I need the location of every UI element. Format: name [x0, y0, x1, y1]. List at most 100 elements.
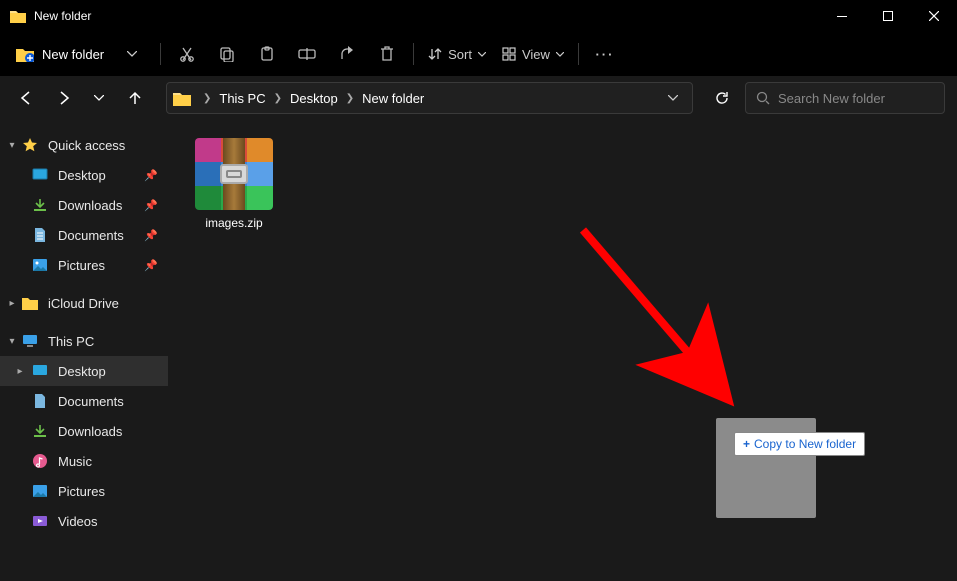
crumb-new-folder[interactable]: New folder [358, 91, 428, 106]
folder-icon [173, 90, 191, 106]
sidebar-item-label: Desktop [58, 168, 106, 183]
copy-button[interactable] [207, 37, 247, 71]
new-folder-icon [16, 46, 34, 62]
downloads-icon [32, 423, 48, 439]
drag-tooltip-text: Copy to New folder [754, 437, 856, 451]
sidebar-item-label: Desktop [58, 364, 106, 379]
view-icon [502, 47, 516, 61]
view-button[interactable]: View [494, 37, 572, 71]
file-name: images.zip [205, 216, 262, 230]
sidebar-item-icloud-drive[interactable]: ▸ iCloud Drive [0, 288, 168, 318]
share-button[interactable] [327, 37, 367, 71]
sidebar-item-this-pc[interactable]: ▾ This PC [0, 326, 168, 356]
pc-icon [22, 333, 38, 349]
sidebar-item-label: Pictures [58, 484, 105, 499]
archive-icon [195, 138, 273, 210]
desktop-icon [32, 363, 48, 379]
sidebar-item-label: iCloud Drive [48, 296, 119, 311]
pictures-icon [32, 483, 48, 499]
sidebar-item-pc-videos[interactable]: Videos [0, 506, 168, 536]
chevron-down-icon: ▾ [6, 139, 18, 151]
music-icon [32, 453, 48, 469]
chevron-down-icon: ▾ [6, 335, 18, 347]
sidebar-item-downloads[interactable]: Downloads 📌 [0, 190, 168, 220]
window-controls [819, 0, 957, 32]
sidebar-item-label: Videos [58, 514, 98, 529]
paste-button[interactable] [247, 37, 287, 71]
separator [413, 43, 414, 65]
close-button[interactable] [911, 0, 957, 32]
sort-icon [428, 47, 442, 61]
sort-button[interactable]: Sort [420, 37, 494, 71]
sidebar-item-desktop[interactable]: Desktop 📌 [0, 160, 168, 190]
chevron-down-icon [556, 52, 564, 57]
separator [578, 43, 579, 65]
file-item-images-zip[interactable]: images.zip [186, 134, 282, 234]
chevron-down-icon[interactable] [668, 95, 678, 101]
sidebar-item-pc-downloads[interactable]: Downloads [0, 416, 168, 446]
crumb-separator: ❯ [270, 93, 286, 104]
downloads-icon [32, 197, 48, 213]
sidebar-item-documents[interactable]: Documents 📌 [0, 220, 168, 250]
star-icon [22, 137, 38, 153]
maximize-button[interactable] [865, 0, 911, 32]
sidebar-item-quick-access[interactable]: ▾ Quick access [0, 130, 168, 160]
sidebar-item-label: Pictures [58, 258, 105, 273]
history-dropdown-button[interactable] [84, 83, 114, 113]
window-title: New folder [34, 9, 819, 23]
crumb-this-pc[interactable]: This PC [215, 91, 269, 106]
chevron-down-icon [478, 52, 486, 57]
new-dropdown-button[interactable] [118, 37, 146, 71]
refresh-button[interactable] [705, 82, 739, 114]
main-area: ▾ Quick access Desktop 📌 Downloads 📌 Doc… [0, 120, 957, 581]
titlebar: New folder [0, 0, 957, 32]
pin-icon: 📌 [144, 199, 158, 212]
folder-icon [22, 295, 38, 311]
up-button[interactable] [120, 83, 150, 113]
sidebar-item-pc-music[interactable]: Music [0, 446, 168, 476]
search-placeholder: Search New folder [778, 91, 885, 106]
address-bar[interactable]: ❯ This PC ❯ Desktop ❯ New folder [166, 82, 693, 114]
sidebar: ▾ Quick access Desktop 📌 Downloads 📌 Doc… [0, 120, 168, 581]
minimize-button[interactable] [819, 0, 865, 32]
crumb-separator: ❯ [199, 93, 215, 104]
videos-icon [32, 513, 48, 529]
separator [160, 43, 161, 65]
forward-button[interactable] [48, 83, 78, 113]
content-pane[interactable]: images.zip + Copy to New folder [168, 120, 957, 581]
cut-button[interactable] [167, 37, 207, 71]
search-icon [756, 91, 770, 105]
sidebar-item-label: Downloads [58, 424, 122, 439]
sidebar-item-label: Music [58, 454, 92, 469]
documents-icon [32, 393, 48, 409]
sidebar-item-pictures[interactable]: Pictures 📌 [0, 250, 168, 280]
sidebar-item-pc-desktop[interactable]: ▸ Desktop [0, 356, 168, 386]
sidebar-item-label: Quick access [48, 138, 125, 153]
new-folder-label: New folder [42, 47, 104, 62]
desktop-icon [32, 167, 48, 183]
chevron-right-icon: ▸ [6, 297, 18, 309]
toolbar: New folder Sort View ··· [0, 32, 957, 76]
pin-icon: 📌 [144, 229, 158, 242]
sidebar-item-label: Downloads [58, 198, 122, 213]
documents-icon [32, 227, 48, 243]
sort-label: Sort [448, 47, 472, 62]
more-options-button[interactable]: ··· [585, 37, 625, 71]
crumb-separator: ❯ [342, 93, 358, 104]
delete-button[interactable] [367, 37, 407, 71]
search-input[interactable]: Search New folder [745, 82, 945, 114]
sidebar-item-label: Documents [58, 228, 124, 243]
sidebar-item-pc-pictures[interactable]: Pictures [0, 476, 168, 506]
new-folder-button[interactable]: New folder [8, 37, 114, 71]
folder-icon [10, 9, 26, 23]
plus-icon: + [743, 437, 750, 451]
sidebar-item-label: Documents [58, 394, 124, 409]
pin-icon: 📌 [144, 259, 158, 272]
crumb-desktop[interactable]: Desktop [286, 91, 342, 106]
view-label: View [522, 47, 550, 62]
pin-icon: 📌 [144, 169, 158, 182]
sidebar-item-pc-documents[interactable]: Documents [0, 386, 168, 416]
rename-button[interactable] [287, 37, 327, 71]
pictures-icon [32, 257, 48, 273]
back-button[interactable] [12, 83, 42, 113]
